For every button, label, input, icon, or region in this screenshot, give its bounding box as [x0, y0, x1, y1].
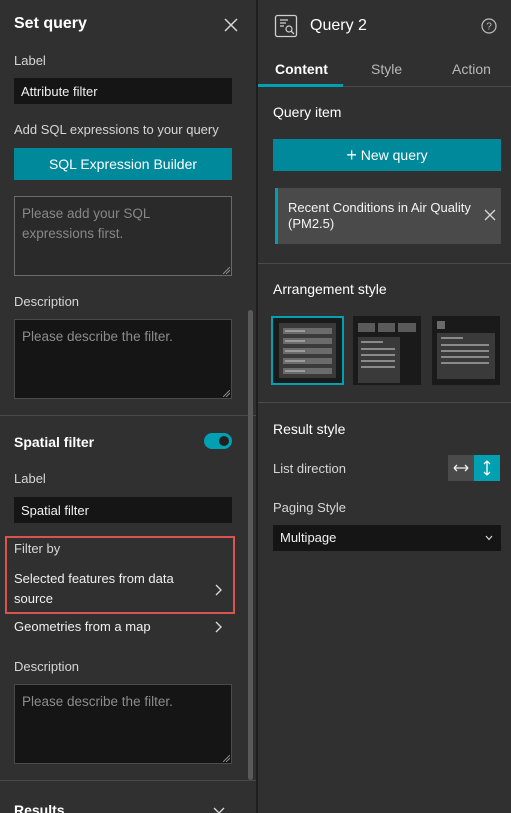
spatial-description-textarea[interactable]: Please describe the filter. — [14, 684, 232, 764]
widget-settings-panel: Query 2 ? Content Style Action Query ite… — [258, 0, 511, 813]
arrow-vertical-icon — [483, 460, 491, 476]
widget-title: Query 2 — [310, 17, 367, 34]
sql-placeholder: Please add your SQL expressions first. — [22, 206, 150, 241]
sql-expression-builder-button[interactable]: SQL Expression Builder — [14, 148, 232, 180]
widget-header: Query 2 ? — [258, 0, 511, 50]
plus-icon: + — [346, 145, 357, 165]
help-icon[interactable]: ? — [481, 18, 497, 34]
resize-handle-icon[interactable] — [223, 755, 230, 762]
tab-content[interactable]: Content — [275, 61, 328, 77]
attribute-label-input[interactable]: Attribute filter — [14, 78, 232, 104]
query-item-name: Recent Conditions in Air Quality (PM2.5) — [288, 200, 471, 231]
filter-option-geometries-map[interactable]: Geometries from a map — [14, 617, 151, 637]
resize-handle-icon[interactable] — [223, 390, 230, 397]
direction-vertical-button[interactable] — [474, 455, 500, 481]
query-list-item[interactable]: Recent Conditions in Air Quality (PM2.5) — [275, 188, 501, 244]
result-style-title: Result style — [273, 421, 346, 437]
spatial-filter-toggle[interactable] — [204, 433, 232, 449]
paging-style-value: Multipage — [280, 530, 337, 545]
popover-layout-icon — [437, 321, 495, 379]
settings-tabs: Content Style Action — [258, 55, 511, 87]
tab-action[interactable]: Action — [452, 61, 491, 77]
direction-horizontal-button[interactable] — [448, 455, 474, 481]
sql-expression-textarea[interactable]: Please add your SQL expressions first. — [14, 196, 232, 276]
section-divider — [258, 263, 511, 264]
results-title: Results — [14, 802, 65, 813]
attribute-description-textarea[interactable]: Please describe the filter. — [14, 319, 232, 399]
chevron-right-icon[interactable] — [213, 620, 223, 634]
arrangement-style-title: Arrangement style — [273, 281, 387, 297]
arrow-horizontal-icon — [453, 464, 469, 472]
resize-handle-icon[interactable] — [223, 267, 230, 274]
tab-style[interactable]: Style — [371, 61, 402, 77]
active-tab-indicator — [258, 84, 343, 87]
close-icon[interactable] — [222, 16, 240, 34]
filter-option-selected-features[interactable]: Selected features from data source — [14, 569, 189, 609]
panel-title: Set query — [14, 15, 87, 32]
list-layout-icon — [279, 323, 336, 378]
label-caption: Label — [14, 53, 46, 68]
spatial-label-input[interactable]: Spatial filter — [14, 497, 232, 523]
new-query-label: New query — [360, 147, 428, 163]
section-divider — [0, 415, 256, 416]
label-caption: Label — [14, 471, 46, 486]
panel-header: Set query — [0, 0, 256, 50]
section-divider — [258, 402, 511, 403]
arrangement-option-popover[interactable] — [432, 316, 500, 385]
scrollbar[interactable] — [248, 310, 253, 780]
section-divider — [0, 780, 256, 781]
filter-by-caption: Filter by — [14, 541, 61, 556]
arrangement-option-list[interactable] — [271, 316, 344, 385]
sql-caption: Add SQL expressions to your query — [14, 122, 219, 137]
query-item-title: Query item — [273, 104, 342, 120]
description-caption: Description — [14, 294, 80, 309]
new-query-button[interactable]: + New query — [273, 139, 501, 171]
toggle-knob — [219, 436, 229, 446]
tabs-layout-icon — [358, 323, 416, 383]
list-direction-label: List direction — [273, 461, 346, 476]
chevron-down-icon — [485, 535, 493, 541]
svg-text:?: ? — [486, 22, 492, 33]
arrangement-option-tabs[interactable] — [353, 316, 421, 385]
spatial-filter-title: Spatial filter — [14, 434, 95, 450]
query-widget-icon — [274, 14, 298, 38]
set-query-panel: Set query Label Attribute filter Add SQL… — [0, 0, 256, 813]
chevron-down-icon[interactable] — [213, 806, 225, 813]
description-caption: Description — [14, 659, 80, 674]
paging-style-select[interactable]: Multipage — [273, 525, 501, 551]
description-placeholder: Please describe the filter. — [22, 329, 173, 344]
close-icon[interactable] — [483, 208, 497, 222]
description-placeholder: Please describe the filter. — [22, 694, 173, 709]
chevron-right-icon[interactable] — [213, 583, 223, 597]
paging-style-label: Paging Style — [273, 500, 346, 515]
